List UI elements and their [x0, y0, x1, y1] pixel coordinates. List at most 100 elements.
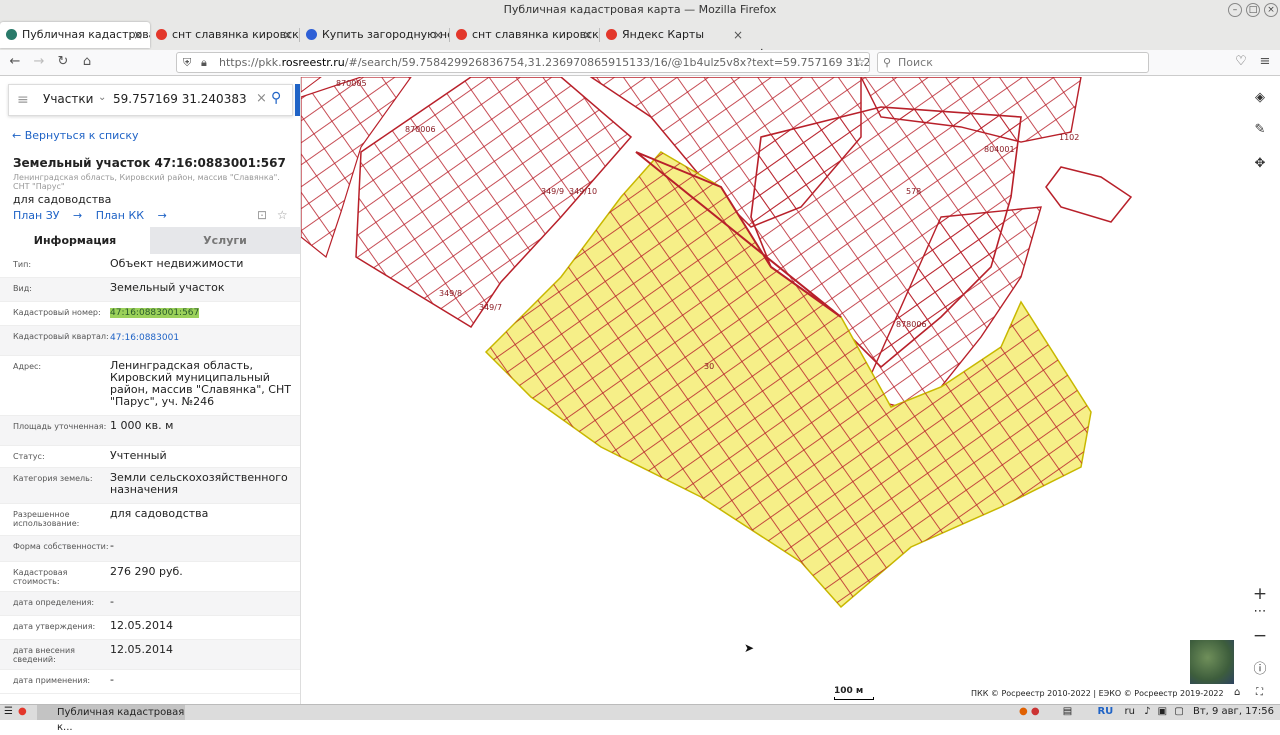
search-input[interactable]: ⚲ Поиск — [877, 52, 1149, 73]
ruler-icon[interactable]: ✎ — [1247, 117, 1273, 143]
layers-icon[interactable]: ◈ — [1247, 85, 1273, 111]
row-label: Статус: — [13, 452, 45, 461]
row-value: Земельный участок — [110, 281, 225, 294]
table-row: Категория земель: Земли сельскохозяйствен… — [0, 468, 300, 504]
display-icon[interactable]: ▣ — [1158, 706, 1167, 717]
row-label: дата применения: — [13, 676, 91, 685]
back-to-list-link[interactable]: ← Вернуться к списку — [12, 129, 139, 142]
row-value: 1 000 кв. м — [110, 419, 174, 432]
back-to-list-label: Вернуться к списку — [24, 129, 139, 142]
hamburger-icon[interactable]: ≡ — [17, 92, 29, 108]
tab-favicon-icon — [606, 29, 617, 40]
close-tab-icon[interactable]: × — [583, 22, 593, 48]
clear-icon[interactable]: × — [256, 91, 267, 106]
plan-zu-link[interactable]: План ЗУ → — [13, 209, 82, 222]
tab-4[interactable]: Яндекс Карты × — [600, 22, 750, 48]
info-icon[interactable]: ⓘ — [1247, 657, 1273, 683]
tab-label: снт славянка кировский — [472, 28, 600, 41]
cadastral-map[interactable]: 870005 870006 804001 878006 349/8 349/7 349/9 3… — [301, 77, 1280, 704]
tab-0[interactable]: Публичная кадастровая × — [0, 22, 150, 48]
home-icon[interactable]: ⌂ — [1234, 687, 1240, 698]
row-label: Кадастровая стоимость: — [13, 568, 68, 586]
minimize-button[interactable]: – — [1228, 3, 1242, 17]
parcel-label: 1102 — [1059, 133, 1080, 142]
url-host: rosreestr.ru — [281, 56, 345, 69]
info-panel: ≡ Участки ⌄ 59.757169 31.240383 × ⚲ ‹ ← … — [0, 77, 301, 704]
table-row: дата определения: - — [0, 592, 300, 616]
table-row: дата утверждения: 12.05.2014 — [0, 616, 300, 640]
firefox-icon[interactable]: ● — [1019, 706, 1028, 717]
fullscreen-icon[interactable]: ⛶ — [1256, 687, 1263, 698]
close-tab-icon[interactable]: × — [283, 22, 293, 48]
row-value: 276 290 руб. — [110, 565, 183, 578]
search-icon: ⚲ — [883, 56, 892, 69]
scale-line — [834, 697, 874, 700]
parcel-label: 349/10 — [569, 187, 598, 196]
url-bar[interactable]: ⛨ 🔒︎ https://pkk.rosreestr.ru/#/search/5… — [176, 52, 870, 73]
basemap-thumbnail[interactable] — [1190, 640, 1234, 684]
plan-kk-label: План КК — [95, 209, 145, 222]
pocket-icon[interactable]: ♡ — [1232, 54, 1250, 69]
bookmark-star-icon[interactable]: ☆ — [851, 55, 869, 69]
close-tab-icon[interactable]: × — [733, 22, 743, 48]
close-tab-icon[interactable]: × — [433, 22, 443, 48]
scale-bar: 100 м — [834, 686, 874, 700]
system-tray: ● ● ▤ RU ru ♪ ▣ ▢ Вт, 9 авг, 17:56 — [1019, 706, 1274, 717]
row-label: Кадастровый номер: — [13, 308, 101, 317]
back-arrow-icon[interactable]: ← — [6, 54, 24, 69]
locate-icon[interactable]: ✥ — [1247, 151, 1273, 177]
chrome-tray-icon[interactable]: ● — [1031, 706, 1040, 717]
close-button[interactable]: × — [1264, 3, 1278, 17]
keyboard-layout[interactable]: RU — [1097, 706, 1113, 717]
plan-kk-link[interactable]: План КК → — [96, 209, 167, 222]
chevron-down-icon[interactable]: ⌄ — [98, 92, 106, 103]
search-type-select[interactable]: Участки — [43, 92, 93, 106]
table-row: Адрес: Ленинградская область, Кировский м… — [0, 356, 300, 416]
zoom-to-parcel-icon[interactable]: ⊡ — [257, 208, 267, 222]
table-row: Статус: Учтенный — [0, 446, 300, 468]
search-icon[interactable]: ⚲ — [271, 90, 281, 106]
reload-icon[interactable]: ↻ — [54, 54, 72, 69]
start-menu-icon[interactable]: ☰ — [4, 706, 13, 717]
row-value: для садоводства — [110, 507, 209, 520]
parcel-label: 578 — [906, 187, 922, 196]
sound-icon[interactable]: ♪ — [1144, 706, 1150, 717]
tab-3[interactable]: снт славянка кировский × — [450, 22, 600, 48]
favorite-star-icon[interactable]: ☆ — [277, 208, 288, 222]
tab-label: снт славянка кировский — [172, 28, 300, 41]
tab-label: Купить загородную недв — [322, 28, 450, 41]
coordinates-search-input[interactable]: 59.757169 31.240383 — [113, 92, 247, 106]
close-tab-icon[interactable]: × — [133, 22, 143, 48]
map-canvas[interactable] — [301, 77, 1280, 704]
parcel-label: 878006 — [896, 320, 927, 329]
table-row: дата внесения сведений: 12.05.2014 — [0, 640, 300, 670]
taskbar: ☰ ● Публичная кадастровая к... ● ● ▤ RU … — [0, 704, 1280, 733]
chrome-icon[interactable]: ● — [18, 706, 27, 717]
lock-icon: 🔒︎ — [201, 56, 207, 69]
menu-icon[interactable]: ≡ — [1256, 54, 1274, 69]
tab-information[interactable]: Информация — [0, 227, 150, 254]
parcel-label: 30 — [704, 362, 715, 371]
maximize-button[interactable]: □ — [1246, 3, 1260, 17]
tab-services[interactable]: Услуги — [150, 227, 300, 254]
parcel-address-short: Ленинградская область, Кировский район, … — [13, 173, 280, 191]
row-label: Вид: — [13, 284, 32, 293]
input-language[interactable]: ru — [1124, 706, 1134, 717]
taskbar-window-button[interactable]: Публичная кадастровая к... — [37, 705, 185, 733]
clipboard-icon[interactable]: ▢ — [1174, 706, 1183, 717]
zoom-out-button[interactable]: − — [1247, 623, 1273, 649]
shield-icon[interactable]: ⛨ — [183, 53, 191, 72]
cadastral-quarter-link[interactable]: 47:16:0883001 — [110, 330, 295, 351]
row-label: Тип: — [13, 260, 32, 269]
window-titlebar: Публичная кадастровая карта — Mozilla Fi… — [0, 0, 1280, 20]
tab-2[interactable]: Купить загородную недв × — [300, 22, 450, 48]
home-icon[interactable]: ⌂ — [78, 54, 96, 69]
forward-arrow-icon[interactable]: → — [30, 54, 48, 69]
clock: Вт, 9 авг, 17:56 — [1192, 706, 1274, 717]
parcel-label: 349/9 — [541, 187, 565, 196]
row-value: - — [110, 673, 114, 686]
cadastral-number-value: 47:16:0883001:567 — [110, 306, 295, 321]
network-icon[interactable]: ▤ — [1063, 706, 1072, 717]
tab-1[interactable]: снт славянка кировский × — [150, 22, 300, 48]
row-label: Площадь уточненная: — [13, 422, 107, 431]
